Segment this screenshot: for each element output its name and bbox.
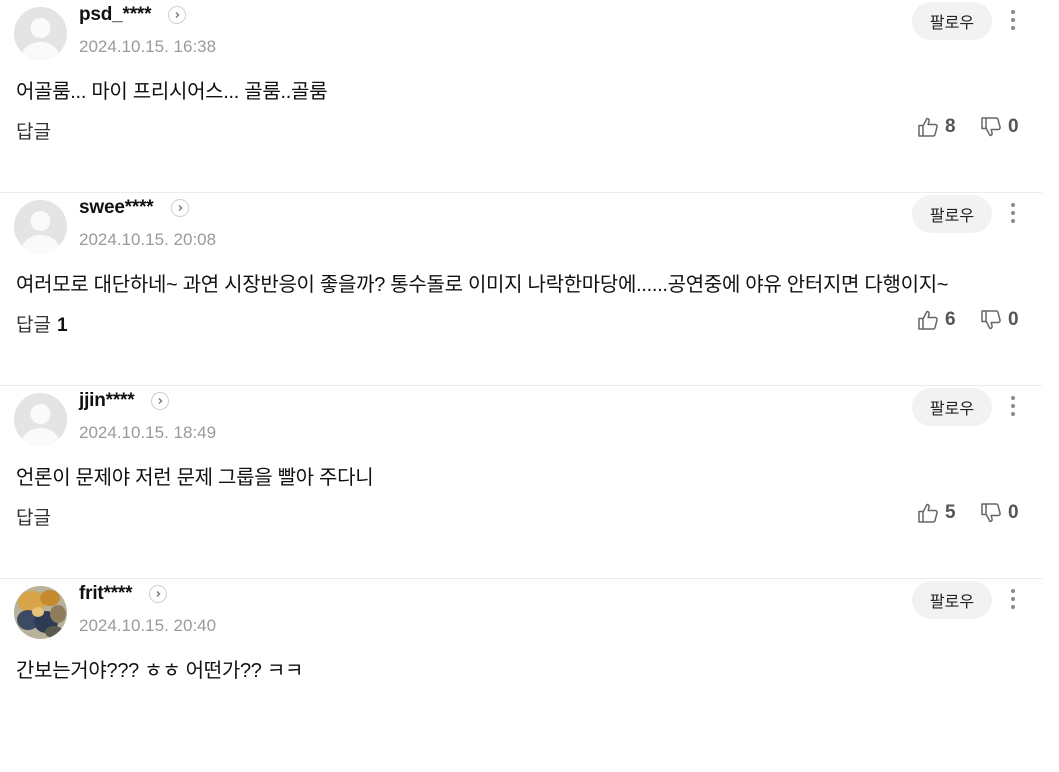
dislike-count: 0 (1008, 116, 1019, 137)
username[interactable]: psd_**** (79, 4, 152, 26)
more-options-icon[interactable] (1003, 5, 1023, 35)
dislike-count: 0 (1008, 502, 1019, 523)
comment-item: jjin**** 2024.10.15. 18:49 팔로우 언론이 문제야 저… (0, 386, 1042, 579)
comment-list: psd_**** 2024.10.15. 16:38 팔로우 어골룸... 마이… (0, 0, 1042, 772)
dislike-count: 0 (1008, 309, 1019, 330)
avatar[interactable] (14, 586, 67, 639)
photo-avatar (14, 586, 67, 639)
thumbs-up-icon (918, 503, 938, 523)
timestamp: 2024.10.15. 20:08 (79, 230, 217, 249)
follow-button[interactable]: 팔로우 (912, 388, 992, 426)
comment-text: 언론이 문제야 저런 문제 그룹을 빨아 주다니 (16, 467, 374, 489)
avatar[interactable] (14, 200, 67, 253)
comment-text: 여러모로 대단하네~ 과연 시장반응이 좋을까? 통수돌로 이미지 나락한마당에… (16, 274, 949, 296)
comment-item: swee**** 2024.10.15. 20:08 팔로우 여러모로 대단하네… (0, 193, 1042, 386)
reply-button[interactable]: 답글 (16, 503, 57, 530)
timestamp: 2024.10.15. 16:38 (79, 37, 217, 56)
like-count: 5 (945, 502, 956, 523)
thumbs-down-icon (981, 310, 1001, 330)
chevron-right-icon[interactable] (151, 392, 169, 410)
more-options-icon[interactable] (1003, 198, 1023, 228)
username[interactable]: jjin**** (79, 390, 135, 412)
timestamp: 2024.10.15. 18:49 (79, 423, 217, 442)
comment-item: frit**** 2024.10.15. 20:40 팔로우 간보는거야??? … (0, 579, 1042, 772)
like-count: 8 (945, 116, 956, 137)
reply-button[interactable]: 답글 1 (16, 310, 68, 337)
comment-text: 어골룸... 마이 프리시어스... 골룸..골룸 (16, 81, 328, 103)
like-button[interactable]: 8 (917, 116, 956, 138)
thumbs-up-icon (918, 310, 938, 330)
chevron-right-icon[interactable] (171, 199, 189, 217)
follow-button[interactable]: 팔로우 (912, 581, 992, 619)
reply-label: 답글 (16, 315, 51, 336)
dislike-button[interactable]: 0 (980, 502, 1019, 524)
username[interactable]: swee**** (79, 197, 154, 219)
dislike-button[interactable]: 0 (980, 116, 1019, 138)
avatar[interactable] (14, 393, 67, 446)
reply-count: 1 (56, 315, 68, 336)
timestamp: 2024.10.15. 20:40 (79, 616, 217, 635)
default-avatar-icon (14, 200, 67, 253)
thumbs-up-icon (918, 117, 938, 137)
avatar[interactable] (14, 7, 67, 60)
follow-button[interactable]: 팔로우 (912, 2, 992, 40)
comment-text: 간보는거야??? ㅎㅎ 어떤가?? ㅋㅋ (16, 660, 304, 682)
like-button[interactable]: 5 (917, 502, 956, 524)
chevron-right-icon[interactable] (149, 585, 167, 603)
thumbs-down-icon (981, 117, 1001, 137)
default-avatar-icon (14, 7, 67, 60)
username[interactable]: frit**** (79, 583, 133, 605)
like-button[interactable]: 6 (917, 309, 956, 331)
reply-button[interactable]: 답글 (16, 117, 57, 144)
chevron-right-icon[interactable] (168, 6, 186, 24)
more-options-icon[interactable] (1003, 584, 1023, 614)
dislike-button[interactable]: 0 (980, 309, 1019, 331)
more-options-icon[interactable] (1003, 391, 1023, 421)
reply-label: 답글 (16, 508, 51, 529)
comment-item: psd_**** 2024.10.15. 16:38 팔로우 어골룸... 마이… (0, 0, 1042, 193)
like-count: 6 (945, 309, 956, 330)
follow-button[interactable]: 팔로우 (912, 195, 992, 233)
reply-label: 답글 (16, 122, 51, 143)
thumbs-down-icon (981, 503, 1001, 523)
default-avatar-icon (14, 393, 67, 446)
